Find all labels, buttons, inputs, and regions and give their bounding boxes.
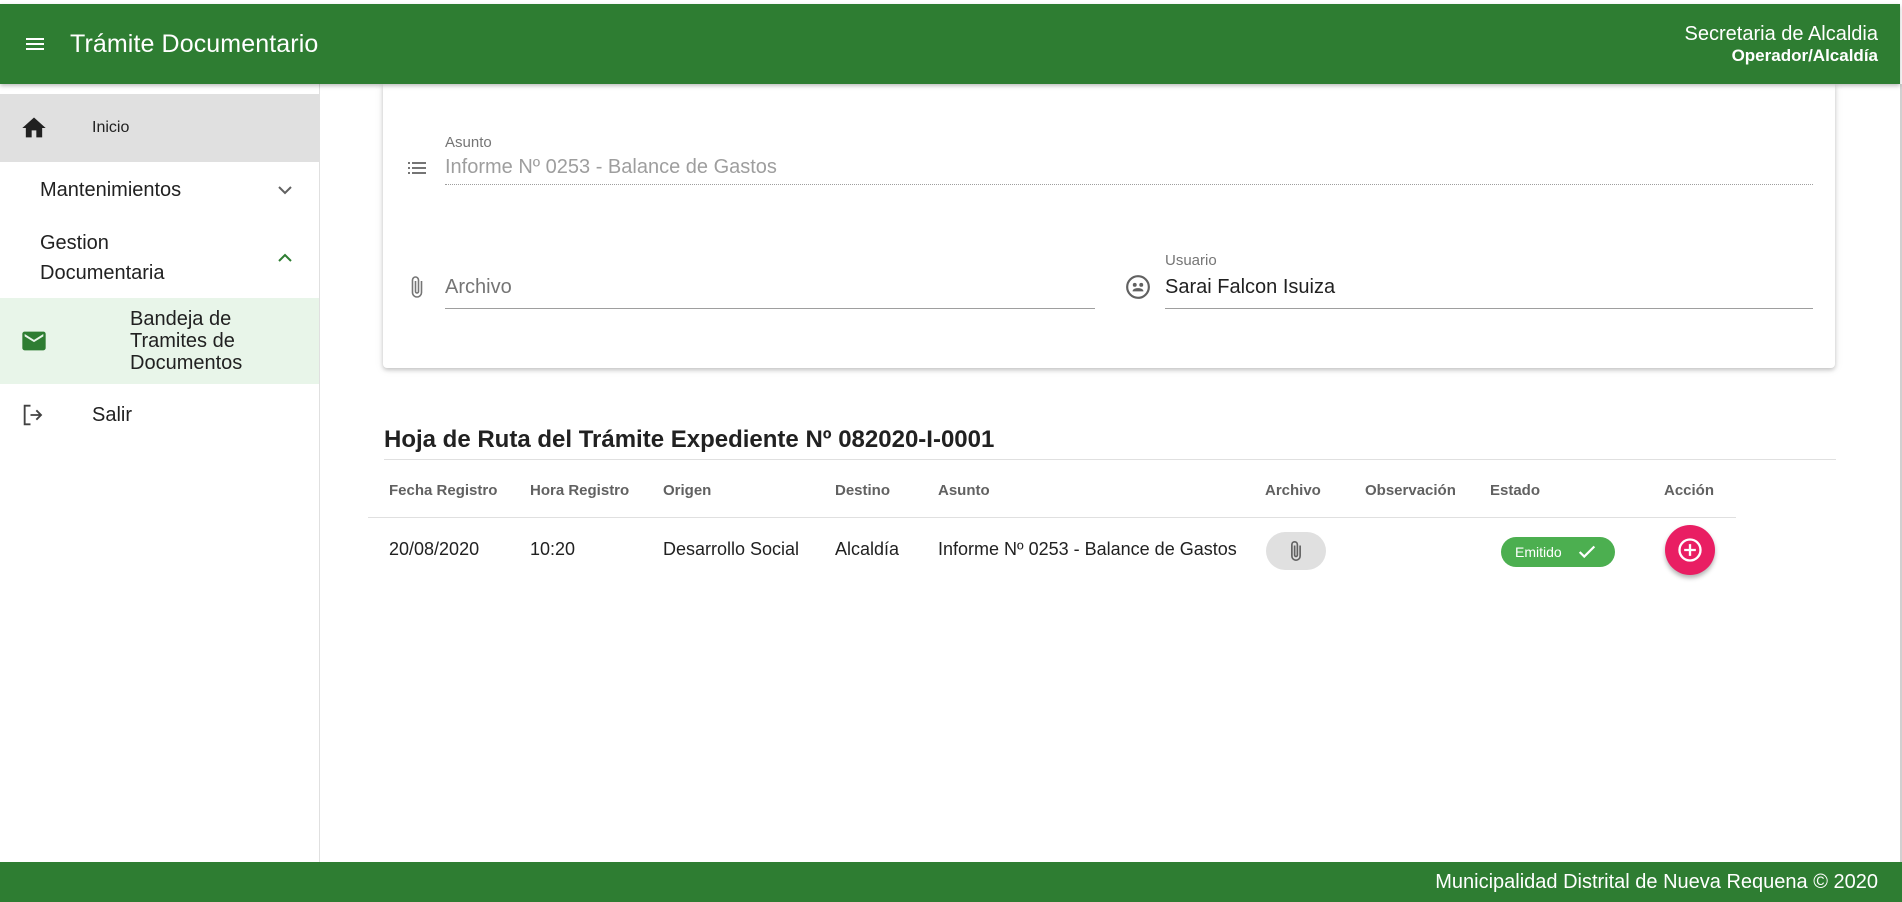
sidebar-item-exit[interactable]: Salir bbox=[0, 384, 319, 446]
col-observacion: Observación bbox=[1365, 482, 1456, 499]
col-accion: Acción bbox=[1664, 482, 1715, 499]
route-table: Fecha Registro Hora Registro Origen Dest… bbox=[368, 470, 1736, 580]
col-destino: Destino bbox=[835, 482, 891, 499]
app-bar: Trámite Documentario Secretaria de Alcal… bbox=[0, 4, 1900, 84]
attach-icon bbox=[1291, 541, 1301, 561]
sidebar-item-maintenance[interactable]: Mantenimientos bbox=[0, 162, 319, 218]
user-label: Usuario bbox=[1165, 252, 1217, 269]
footer-text: Municipalidad Distrital de Nueva Requena… bbox=[1435, 870, 1878, 893]
add-circle-icon bbox=[1678, 538, 1702, 562]
table-header: Fecha Registro Hora Registro Origen Dest… bbox=[368, 470, 1736, 518]
sidebar-item-label: Bandeja de Tramites de Documentos bbox=[130, 308, 243, 374]
cell-origen: Desarrollo Social bbox=[663, 539, 800, 559]
user-underline bbox=[1165, 308, 1813, 309]
col-asunto: Asunto bbox=[938, 482, 990, 499]
user-field[interactable]: Usuario Sarai Falcon Isuiza bbox=[1165, 252, 1813, 312]
app-title: Trámite Documentario bbox=[70, 29, 319, 58]
footer: Municipalidad Distrital de Nueva Requena… bbox=[0, 862, 1902, 902]
menu-button[interactable] bbox=[0, 4, 70, 84]
sidebar-item-inbox[interactable]: Bandeja de Tramites de Documentos bbox=[0, 298, 319, 384]
file-underline bbox=[445, 308, 1095, 309]
sidebar-item-home[interactable]: Inicio bbox=[0, 94, 319, 162]
home-icon bbox=[22, 117, 46, 138]
check-icon bbox=[1578, 545, 1595, 559]
status-badge: Emitido bbox=[1501, 537, 1615, 567]
col-archivo: Archivo bbox=[1265, 482, 1321, 499]
col-fecha: Fecha Registro bbox=[389, 482, 498, 499]
col-hora: Hora Registro bbox=[530, 482, 630, 499]
user-group-icon bbox=[1125, 274, 1151, 305]
subject-value: Informe Nº 0253 - Balance de Gastos bbox=[445, 156, 777, 178]
table-row: 20/08/2020 10:20 Desarrollo Social Alcal… bbox=[368, 518, 1736, 580]
subject-label: Asunto bbox=[445, 134, 492, 151]
cell-fecha: 20/08/2020 bbox=[389, 539, 480, 559]
user-name: Secretaria de Alcaldia bbox=[1684, 22, 1878, 45]
subject-underline bbox=[445, 184, 1813, 185]
col-estado: Estado bbox=[1490, 482, 1541, 499]
user-info: Secretaria de Alcaldia Operador/Alcaldía bbox=[1685, 22, 1878, 66]
user-value: Sarai Falcon Isuiza bbox=[1165, 276, 1336, 298]
sidebar-item-label: Inicio bbox=[92, 119, 130, 136]
route-divider bbox=[384, 459, 1836, 460]
attach-icon bbox=[405, 272, 429, 307]
mail-icon bbox=[22, 331, 46, 351]
sidebar-item-label: Salir bbox=[92, 403, 133, 426]
file-placeholder: Archivo bbox=[445, 276, 512, 298]
menu-icon bbox=[26, 38, 44, 50]
cell-destino: Alcaldía bbox=[835, 539, 900, 559]
col-origen: Origen bbox=[663, 482, 712, 499]
user-role: Operador/Alcaldía bbox=[1731, 45, 1878, 65]
sidebar-item-doc-management[interactable]: Gestion Documentaria bbox=[0, 218, 319, 298]
cell-asunto: Informe Nº 0253 - Balance de Gastos bbox=[938, 539, 1237, 559]
status-label: Emitido bbox=[1515, 544, 1562, 560]
sidebar-item-label: Mantenimientos bbox=[40, 178, 182, 201]
subject-icon bbox=[405, 156, 429, 185]
file-field[interactable]: Archivo bbox=[445, 260, 1095, 312]
subject-field: Asunto Informe Nº 0253 - Balance de Gast… bbox=[445, 134, 1813, 185]
route-title: Hoja de Ruta del Trámite Expediente Nº 0… bbox=[384, 426, 995, 453]
chevron-down-icon bbox=[278, 186, 292, 195]
add-action-button[interactable] bbox=[1665, 525, 1715, 575]
chevron-up-icon bbox=[278, 253, 292, 262]
cell-hora: 10:20 bbox=[530, 539, 576, 559]
view-file-button[interactable] bbox=[1266, 532, 1326, 570]
form-card: Asunto Informe Nº 0253 - Balance de Gast… bbox=[383, 84, 1835, 368]
logout-icon bbox=[23, 404, 43, 426]
sidebar: Inicio Mantenimientos Gestion Documentar… bbox=[0, 84, 320, 862]
sidebar-item-label: Gestion Documentaria bbox=[40, 232, 165, 284]
